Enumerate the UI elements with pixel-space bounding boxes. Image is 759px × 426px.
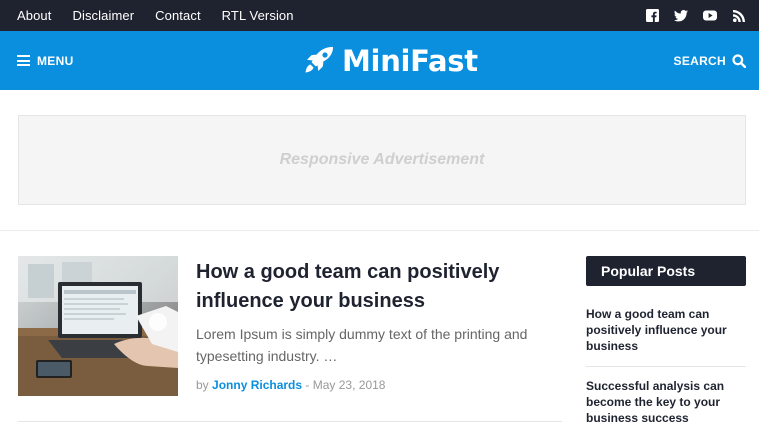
site-title: MiniFast — [342, 43, 478, 78]
search-icon — [732, 53, 746, 68]
post-author[interactable]: Jonny Richards — [212, 378, 302, 392]
nav-link-disclaimer[interactable]: Disclaimer — [72, 8, 134, 23]
nav-link-rtl-version[interactable]: RTL Version — [222, 8, 294, 23]
post-divider — [18, 421, 562, 422]
hamburger-icon — [17, 55, 30, 66]
post-by-label: by — [196, 378, 209, 392]
post-excerpt: Lorem Ipsum is simply dummy text of the … — [196, 326, 528, 364]
social-links — [630, 0, 746, 31]
search-label: SEARCH — [673, 53, 726, 68]
post-card: How a good team can positively influence… — [18, 256, 562, 421]
meta-separator: - — [305, 378, 310, 392]
youtube-icon[interactable] — [703, 9, 717, 23]
rss-icon[interactable] — [732, 9, 746, 23]
section-divider — [0, 230, 759, 231]
twitter-icon[interactable] — [674, 9, 688, 23]
site-header: MENU MiniFast SEARCH — [0, 31, 759, 90]
popular-post-item[interactable]: Successful analysis can become the key t… — [586, 367, 746, 426]
post-thumbnail[interactable] — [18, 256, 178, 396]
advertisement-banner[interactable]: Responsive Advertisement — [18, 115, 746, 205]
post-date: May 23, 2018 — [312, 378, 386, 392]
nav-link-about[interactable]: About — [17, 8, 51, 23]
rocket-icon — [305, 46, 334, 72]
nav-link-contact[interactable]: Contact — [155, 8, 201, 23]
menu-button[interactable]: MENU — [17, 31, 74, 90]
advertisement-text: Responsive Advertisement — [279, 151, 485, 168]
search-button[interactable]: SEARCH — [674, 31, 746, 90]
top-bar: About Disclaimer Contact RTL Version — [0, 0, 759, 31]
sidebar: Popular Posts How a good team can positi… — [586, 256, 746, 426]
menu-label: MENU — [37, 53, 74, 68]
post-title[interactable]: How a good team can positively influence… — [196, 258, 562, 316]
post-meta: by Jonny Richards - May 23, 2018 — [196, 378, 385, 392]
site-logo[interactable]: MiniFast — [303, 31, 478, 90]
popular-post-item[interactable]: How a good team can positively influence… — [586, 286, 746, 367]
facebook-icon[interactable] — [645, 9, 659, 23]
top-nav: About Disclaimer Contact RTL Version — [17, 0, 315, 31]
popular-posts-title: Popular Posts — [586, 256, 746, 286]
